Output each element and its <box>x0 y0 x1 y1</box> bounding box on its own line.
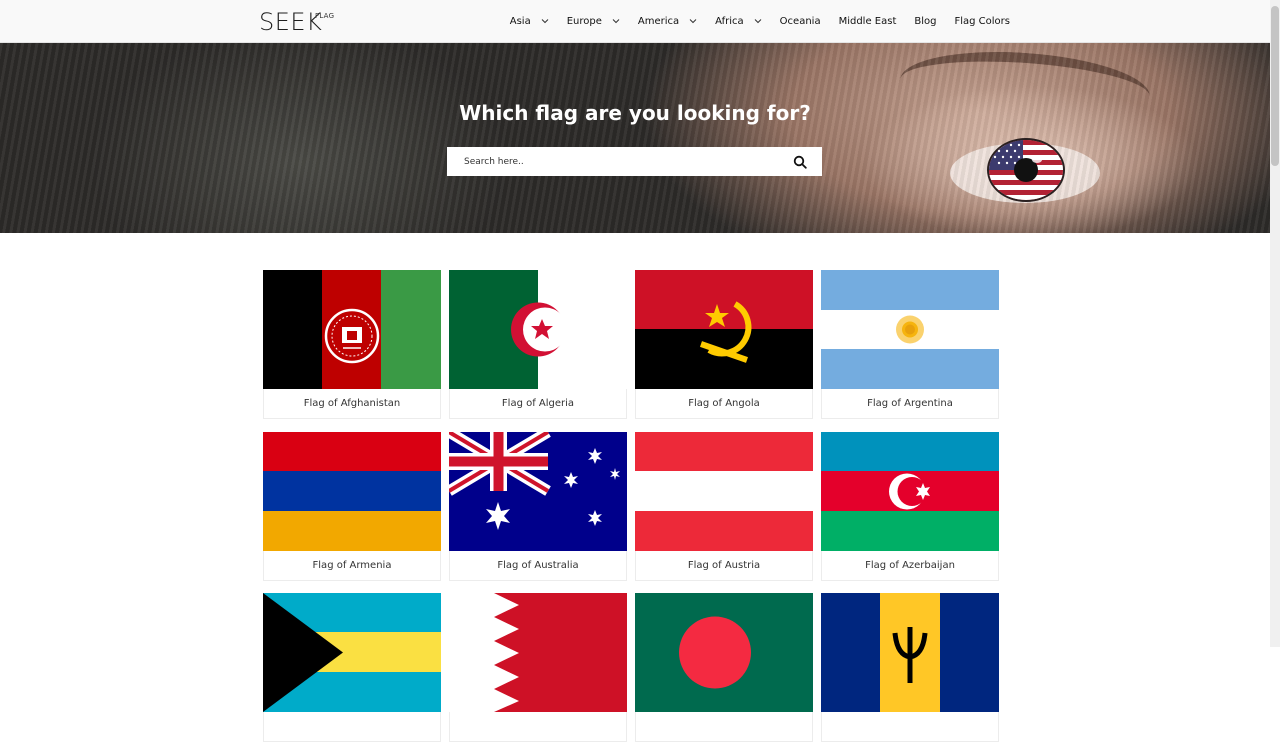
flag-card-afghanistan[interactable]: Flag of Afghanistan <box>263 270 441 419</box>
search-icon[interactable] <box>793 155 807 169</box>
flag-card-label: Flag of Austria <box>687 560 761 571</box>
main-nav: Asia Europe America Africa Oceania Middl… <box>492 0 1010 42</box>
site-logo[interactable]: SEEK FLAG <box>259 8 334 36</box>
austria-flag-image <box>635 432 813 551</box>
hero-title: Which flag are you looking for? <box>459 101 811 125</box>
nav-item-america[interactable]: America <box>638 16 697 27</box>
barbados-flag-image <box>821 593 999 712</box>
armenia-flag-image <box>263 432 441 551</box>
nav-item-middle-east[interactable]: Middle East <box>839 16 897 27</box>
nav-item-label: Oceania <box>779 15 821 27</box>
nav-item-flag-colors[interactable]: Flag Colors <box>954 16 1010 27</box>
flag-card-angola[interactable]: Flag of Angola <box>635 270 813 419</box>
flag-card-armenia[interactable]: Flag of Armenia <box>263 432 441 581</box>
bahamas-flag-image <box>263 593 441 712</box>
flag-card-label: Flag of Afghanistan <box>303 398 401 409</box>
page-scrollbar[interactable] <box>1270 0 1280 647</box>
nav-item-label: Europe <box>566 15 602 27</box>
flag-card-algeria[interactable]: Flag of Algeria <box>449 270 627 419</box>
chevron-down-icon <box>689 19 697 24</box>
bahrain-flag-image <box>449 593 627 712</box>
nav-item-label: America <box>637 15 680 27</box>
nav-item-africa[interactable]: Africa <box>715 16 762 27</box>
angola-flag-image <box>635 270 813 389</box>
nav-item-label: Asia <box>509 15 531 27</box>
bangladesh-flag-image <box>635 593 813 712</box>
logo-text: SEEK <box>259 8 323 36</box>
argentina-flag-image <box>821 270 999 389</box>
logo-superscript: FLAG <box>315 12 335 20</box>
flag-card-label: Flag of Azerbaijan <box>865 560 955 571</box>
flag-card-australia[interactable]: Flag of Australia <box>449 432 627 581</box>
search-box <box>447 147 822 176</box>
hero-banner: Which flag are you looking for? <box>0 43 1270 233</box>
nav-item-asia[interactable]: Asia <box>510 16 549 27</box>
site-header: SEEK FLAG Asia Europe America Africa Oce… <box>0 0 1270 43</box>
nav-item-label: Middle East <box>838 15 897 27</box>
flag-card-barbados[interactable] <box>821 593 999 742</box>
flag-card-austria[interactable]: Flag of Austria <box>635 432 813 581</box>
chevron-down-icon <box>612 19 620 24</box>
scrollbar-thumb[interactable] <box>1271 6 1279 166</box>
flag-card-bahamas[interactable] <box>263 593 441 742</box>
nav-item-oceania[interactable]: Oceania <box>780 16 821 27</box>
flag-card-label: Flag of Argentina <box>867 398 953 409</box>
australia-flag-image <box>449 432 627 551</box>
afghanistan-flag-image <box>263 270 441 389</box>
flag-card-bahrain[interactable] <box>449 593 627 742</box>
algeria-flag-image <box>449 270 627 389</box>
flag-card-label: Flag of Algeria <box>501 398 575 409</box>
flag-card-bangladesh[interactable] <box>635 593 813 742</box>
nav-item-label: Flag Colors <box>954 15 1010 27</box>
chevron-down-icon <box>754 19 762 24</box>
flag-card-label: Flag of Australia <box>497 560 579 571</box>
flag-card-label: Flag of Armenia <box>312 560 392 571</box>
nav-item-label: Africa <box>715 15 744 27</box>
chevron-down-icon <box>541 19 549 24</box>
flag-card-argentina[interactable]: Flag of Argentina <box>821 270 999 419</box>
nav-item-europe[interactable]: Europe <box>567 16 620 27</box>
nav-item-blog[interactable]: Blog <box>914 16 936 27</box>
search-input[interactable] <box>462 155 786 168</box>
flag-card-label: Flag of Angola <box>688 398 760 409</box>
azerbaijan-flag-image <box>821 432 999 551</box>
us-flag-iris-image <box>987 138 1065 202</box>
nav-item-label: Blog <box>914 15 937 27</box>
flag-card-azerbaijan[interactable]: Flag of Azerbaijan <box>821 432 999 581</box>
